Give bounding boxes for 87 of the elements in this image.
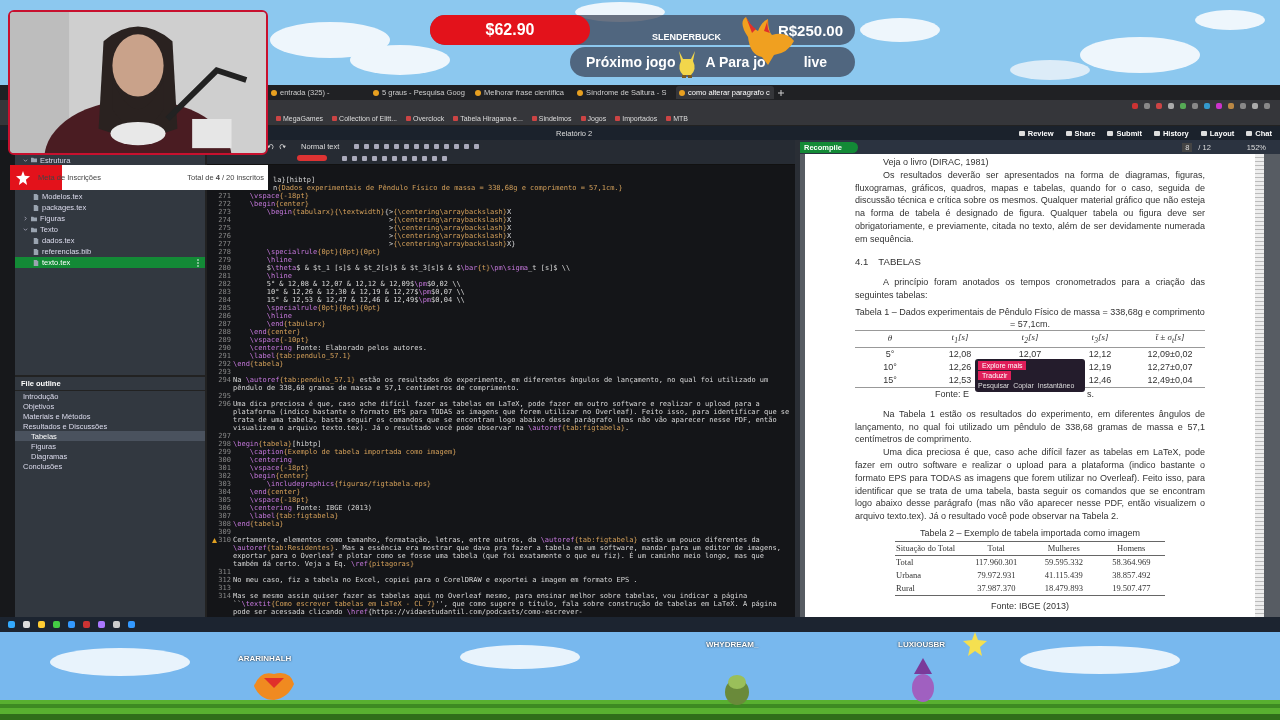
button-icon: [1153, 130, 1160, 136]
paragraph: A princípio foram anotados os tempos cronometrados para a criação das seguintes tabelas:: [855, 276, 1205, 302]
taskbar-icon[interactable]: [113, 621, 120, 628]
bookmark-icon: [531, 116, 537, 121]
button-icon: [1246, 130, 1253, 136]
new-tab-icon[interactable]: [778, 89, 784, 96]
column-header: t̄ ± σ$_{t}$[s]: [1135, 330, 1205, 348]
table-cell-text: 38.857.492: [1111, 568, 1152, 582]
site-icon: [475, 89, 481, 96]
star-icon: [962, 632, 988, 656]
table-cell: 19.507.477: [1097, 581, 1165, 596]
table-cell: 37.987.370: [962, 581, 1030, 596]
scrollbar[interactable]: [1255, 154, 1264, 617]
table-cell-text: Urbana: [895, 568, 922, 582]
table-cell: 12,07: [1018, 348, 1042, 359]
plant-creature-sprite: [722, 672, 752, 706]
button-icon: [1065, 130, 1072, 136]
table-caption: Tabela 1 – Dados experimentais de Pêndulo Físico de massa = 338,68g e comprimento = 57,1cm.: [855, 305, 1205, 330]
taskbar-icon[interactable]: [68, 621, 75, 628]
paragraph: Uma dica preciosa é que, caso ache difícil fazer as tabelas em LaTeX, pode fazer em outro software e realizar o upload para a plataforma (indico bastante o formato EPS para TODAS as imagens que forem utilizar no Overleaf). Feito isso, para identificar que se trata de uma tabela, basta seguir os comandos que se encontram logo abaixo desse parágrafo (mas não vão aparecer nesse PDF, então visualizem o arquivo texto.tex). Já o resultado você pode observar na Tabela 2.: [855, 446, 1205, 523]
bookmark-icon: [580, 116, 586, 121]
table-cell: 10°: [883, 361, 897, 372]
site-icon: [679, 89, 685, 96]
table-cell: 12,26: [948, 361, 972, 372]
taskbar-icon[interactable]: [8, 621, 15, 628]
button-icon: [1018, 130, 1025, 136]
bookmark-icon: [615, 116, 621, 121]
paragraph: Veja o livro (DIRAC, 1981): [882, 156, 990, 169]
column-header: Total: [962, 541, 1030, 556]
table-cell: 59.595.332: [1030, 555, 1098, 569]
column-header: Homens: [1097, 541, 1165, 556]
table-cell: 58.364.969: [1097, 555, 1165, 569]
table-source: Fonte: IBGE (2013): [989, 599, 1070, 612]
column-header: θ: [855, 330, 925, 348]
taskbar-icon[interactable]: [53, 621, 60, 628]
bookmark-icon: [406, 116, 412, 121]
site-icon: [271, 89, 277, 96]
column-header: Situação do Total: [895, 541, 963, 556]
section-title: TABELAS: [878, 255, 921, 269]
bookmark-icon: [453, 116, 459, 121]
bookmark-icon: [276, 116, 281, 121]
column-header: t$_{1}$[s]: [925, 330, 995, 348]
table-cell: 12,09±0,02: [1147, 348, 1193, 359]
chevron-right-icon[interactable]: [23, 216, 28, 221]
chevron-down-icon[interactable]: [23, 157, 28, 163]
table-cell-text: 41.115.439: [1043, 568, 1084, 582]
table-cell: 12,19: [1088, 361, 1112, 372]
table-cell-text: 79.972.931: [976, 568, 1017, 582]
paragraph: Os resultados deverão ser apresentados na forma de diagramas, figuras, fluxogramas, gráficos, quadros, mapas e tabelas, quando for o caso, seguida de discussão técnica e crítica sobre os mesmos. Qualquer material gráfico que não esteja na forma de tabela é designado de figura. Qualquer tabela ou figura deve ser obrigatoriamente, e previamente, citada no texto, além de ser devidamente numerada em sequência.: [855, 168, 1205, 246]
taskbar-icon[interactable]: [38, 621, 45, 628]
table-cell: 12,08: [948, 348, 972, 359]
bookmark-icon: [332, 116, 338, 121]
taskbar-icon[interactable]: [98, 621, 105, 628]
bookmark-icon: [666, 116, 672, 121]
column-header: Mulheres: [1030, 541, 1098, 556]
table-cell: 12,49±0,04: [1147, 374, 1193, 385]
site-icon: [577, 89, 583, 96]
star-icon: [16, 170, 30, 185]
viewer-name: WHYDREAM_: [706, 640, 759, 649]
button-icon: [1107, 130, 1114, 136]
table-source: Fonte: E: [935, 387, 970, 400]
table-cell: 18.479.893: [1030, 581, 1098, 596]
column-header: t$_{3}$[s]: [1065, 330, 1135, 348]
table-source: s.: [1087, 387, 1095, 400]
column-header: t$_{2}$[s]: [995, 330, 1065, 348]
section-number: 4.1: [855, 255, 869, 269]
table-cell: 117.960.301: [962, 555, 1030, 569]
folder-icon: [31, 157, 37, 163]
table-cell: Rural: [895, 581, 963, 596]
viewer-name: LUXIOUSBR: [898, 640, 946, 649]
undo-icon[interactable]: [267, 142, 274, 150]
table-caption: Tabela 2 – Exemplo de tabela importada como imagem: [918, 526, 1142, 539]
table-cell: 12,46: [1088, 374, 1112, 385]
button-icon: [1200, 130, 1207, 136]
table-cell: 5°: [885, 348, 895, 359]
table-cell: 15°: [883, 374, 897, 385]
table-cell: Total: [895, 555, 963, 569]
table-cell: 12,27±0,07: [1147, 361, 1193, 372]
site-icon: [373, 89, 379, 96]
table-cell: 12,12: [1088, 348, 1112, 359]
taskbar-icon[interactable]: [128, 621, 135, 628]
chevron-down-icon[interactable]: [23, 227, 28, 232]
redo-icon[interactable]: [279, 142, 286, 150]
paragraph: Na Tabela 1 estão os resultados do experimento, em diferentes ângulos de lançamento, no qual foi utilizado um pêndulo de 338,68 gramas de massa e 57,1 centímetros de comprimento.: [855, 407, 1205, 447]
table-cell: 12,53: [948, 374, 972, 385]
viewer-name: ARARINHALH: [238, 654, 292, 663]
taskbar-icon[interactable]: [23, 621, 30, 628]
